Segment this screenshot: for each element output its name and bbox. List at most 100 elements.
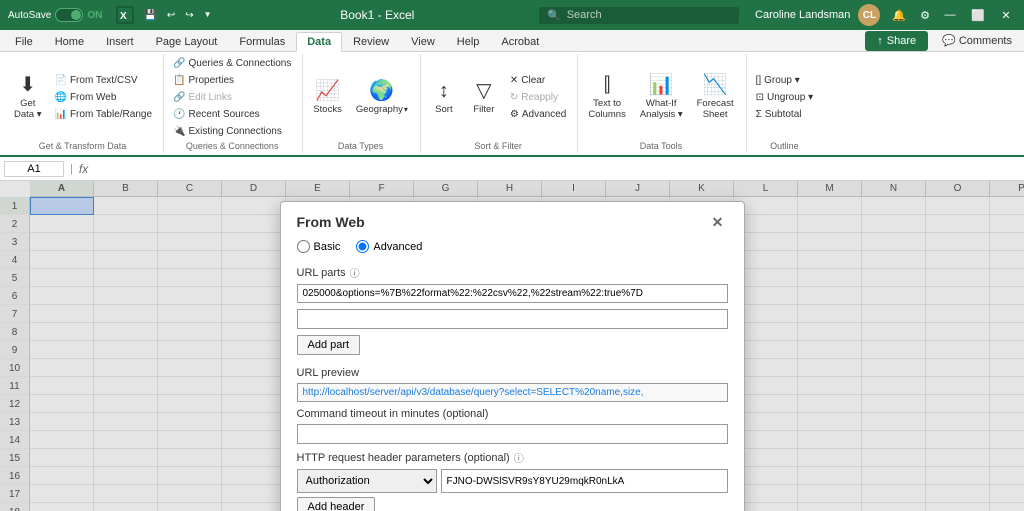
http-header-info-icon[interactable]: ⓘ — [514, 450, 524, 465]
group-button[interactable]: [] Group ▾ — [751, 73, 819, 88]
tab-insert[interactable]: Insert — [95, 32, 145, 51]
user-avatar: CL — [858, 4, 880, 26]
basic-radio-option[interactable]: Basic — [297, 240, 341, 253]
forecast-button[interactable]: 📉 ForecastSheet — [691, 70, 740, 126]
from-table-button[interactable]: 📊 From Table/Range — [49, 107, 157, 122]
data-types-content: 📈 Stocks 🌍 Geography ▾ — [307, 56, 414, 139]
ribbon-group-data-types: 📈 Stocks 🌍 Geography ▾ Data Types — [303, 54, 421, 153]
add-header-button[interactable]: Add header — [297, 497, 376, 511]
ribbon-actions: ↑ Share 💬 Comments — [550, 30, 1024, 51]
queries-col: 🔗 Queries & Connections 📋 Properties 🔗 E… — [168, 56, 296, 139]
http-header-text: HTTP request header parameters (optional… — [297, 452, 510, 464]
advanced-button[interactable]: ⚙ Advanced — [505, 107, 571, 122]
share-button[interactable]: ↑ Share — [865, 31, 928, 51]
stocks-icon: 📈 — [315, 81, 340, 101]
dialog-close-button[interactable]: ✕ — [708, 212, 728, 232]
notifications-icon[interactable]: 🔔 — [892, 9, 906, 22]
share-label: Share — [887, 35, 916, 47]
stocks-button[interactable]: 📈 Stocks — [307, 70, 348, 126]
advanced-radio-label: Advanced — [373, 241, 422, 253]
get-data-button[interactable]: ⬇ GetData ▾ — [8, 70, 47, 126]
tab-home[interactable]: Home — [44, 32, 95, 51]
advanced-radio[interactable] — [356, 240, 369, 253]
search-input[interactable] — [567, 9, 731, 21]
header-select[interactable]: Authorization Content-Type Accept Custom — [297, 469, 437, 493]
outline-col: [] Group ▾ ⊡ Ungroup ▾ Σ Subtotal — [751, 73, 819, 122]
recent-sources-button[interactable]: 🕐 Recent Sources — [168, 107, 296, 122]
customize-qat-button[interactable]: ▼ — [200, 8, 216, 23]
add-part-button[interactable]: Add part — [297, 335, 361, 355]
existing-label: Existing Connections — [188, 126, 281, 137]
clear-button[interactable]: ✕ Clear — [505, 73, 571, 88]
tab-help[interactable]: Help — [446, 32, 491, 51]
tab-view[interactable]: View — [400, 32, 446, 51]
comments-button[interactable]: 💬 Comments — [934, 30, 1020, 51]
redo-button[interactable]: ↪ — [181, 8, 197, 23]
what-if-icon: 📊 — [649, 75, 674, 95]
ungroup-icon: ⊡ — [756, 92, 764, 103]
header-value-input[interactable] — [441, 469, 728, 493]
edit-links-button[interactable]: 🔗 Edit Links — [168, 90, 296, 105]
tab-data[interactable]: Data — [296, 32, 342, 52]
geography-label: Geography — [356, 104, 403, 115]
tab-page-layout[interactable]: Page Layout — [145, 32, 229, 51]
subtotal-label: Subtotal — [765, 109, 802, 120]
sort-button[interactable]: ↕ Sort — [425, 70, 463, 126]
what-if-button[interactable]: 📊 What-IfAnalysis ▾ — [634, 70, 689, 126]
existing-icon: 🔌 — [173, 126, 185, 137]
autosave-pill[interactable] — [55, 8, 83, 22]
name-box[interactable] — [4, 161, 64, 177]
minimize-button[interactable]: — — [940, 5, 960, 25]
url-parts-info-icon[interactable]: ⓘ — [350, 265, 360, 280]
geography-button[interactable]: 🌍 Geography ▾ — [350, 70, 414, 126]
clear-label: Clear — [521, 75, 545, 86]
formula-divider: | — [70, 163, 73, 175]
ribbon-content: ⬇ GetData ▾ 📄 From Text/CSV 🌐 From Web 📊… — [0, 52, 1024, 157]
undo-button[interactable]: ↩ — [163, 8, 179, 23]
forecast-label: ForecastSheet — [697, 98, 734, 120]
from-web-label: From Web — [70, 92, 117, 103]
close-button[interactable]: ✕ — [996, 5, 1016, 25]
clear-icon: ✕ — [510, 75, 518, 86]
ribbon-group-data-tools: ⫿ Text toColumns 📊 What-IfAnalysis ▾ 📉 F… — [578, 54, 746, 153]
dialog-titlebar: From Web ✕ — [281, 202, 744, 240]
ungroup-button[interactable]: ⊡ Ungroup ▾ — [751, 90, 819, 105]
text-to-columns-button[interactable]: ⫿ Text toColumns — [582, 70, 632, 126]
queries-label: Queries & Connections — [168, 139, 296, 151]
ribbon-settings-icon[interactable]: ⚙ — [920, 9, 930, 22]
tab-formulas[interactable]: Formulas — [228, 32, 296, 51]
fx-button[interactable]: fx — [79, 162, 88, 176]
add-header-label: Add header — [308, 501, 365, 511]
ribbon-group-outline: [] Group ▾ ⊡ Ungroup ▾ Σ Subtotal Outlin… — [747, 54, 825, 153]
save-button[interactable]: 💾 — [140, 8, 160, 23]
filter-label: Filter — [473, 104, 494, 115]
tab-file[interactable]: File — [4, 32, 44, 51]
timeout-label: Command timeout in minutes (optional) — [297, 408, 728, 420]
timeout-input[interactable] — [297, 424, 728, 444]
from-text-csv-button[interactable]: 📄 From Text/CSV — [49, 73, 157, 88]
filter-button[interactable]: ▽ Filter — [465, 70, 503, 126]
tab-review[interactable]: Review — [342, 32, 400, 51]
queries-connections-button[interactable]: 🔗 Queries & Connections — [168, 56, 296, 71]
geography-dropdown-icon: ▾ — [404, 105, 408, 114]
filter-icon: ▽ — [476, 81, 491, 101]
search-container[interactable]: 🔍 — [539, 7, 739, 24]
basic-radio[interactable] — [297, 240, 310, 253]
url-preview-input[interactable] — [297, 383, 728, 402]
formula-input[interactable] — [92, 163, 1020, 175]
url-part2-input[interactable] — [297, 309, 728, 329]
queries-label: Queries & Connections — [188, 58, 291, 69]
maximize-button[interactable]: ⬜ — [968, 5, 988, 25]
existing-connections-button[interactable]: 🔌 Existing Connections — [168, 124, 296, 139]
tab-acrobat[interactable]: Acrobat — [490, 32, 550, 51]
properties-button[interactable]: 📋 Properties — [168, 73, 296, 88]
url-part1-input[interactable] — [297, 284, 728, 303]
subtotal-button[interactable]: Σ Subtotal — [751, 107, 819, 122]
from-web-button[interactable]: 🌐 From Web — [49, 90, 157, 105]
reapply-button[interactable]: ↻ Reapply — [505, 90, 571, 105]
share-icon: ↑ — [877, 35, 883, 47]
text-web-table-group: 📄 From Text/CSV 🌐 From Web 📊 From Table/… — [49, 73, 157, 122]
advanced-radio-option[interactable]: Advanced — [356, 240, 422, 253]
subtotal-icon: Σ — [756, 109, 762, 120]
ribbon-tabs: File Home Insert Page Layout Formulas Da… — [0, 30, 1024, 52]
